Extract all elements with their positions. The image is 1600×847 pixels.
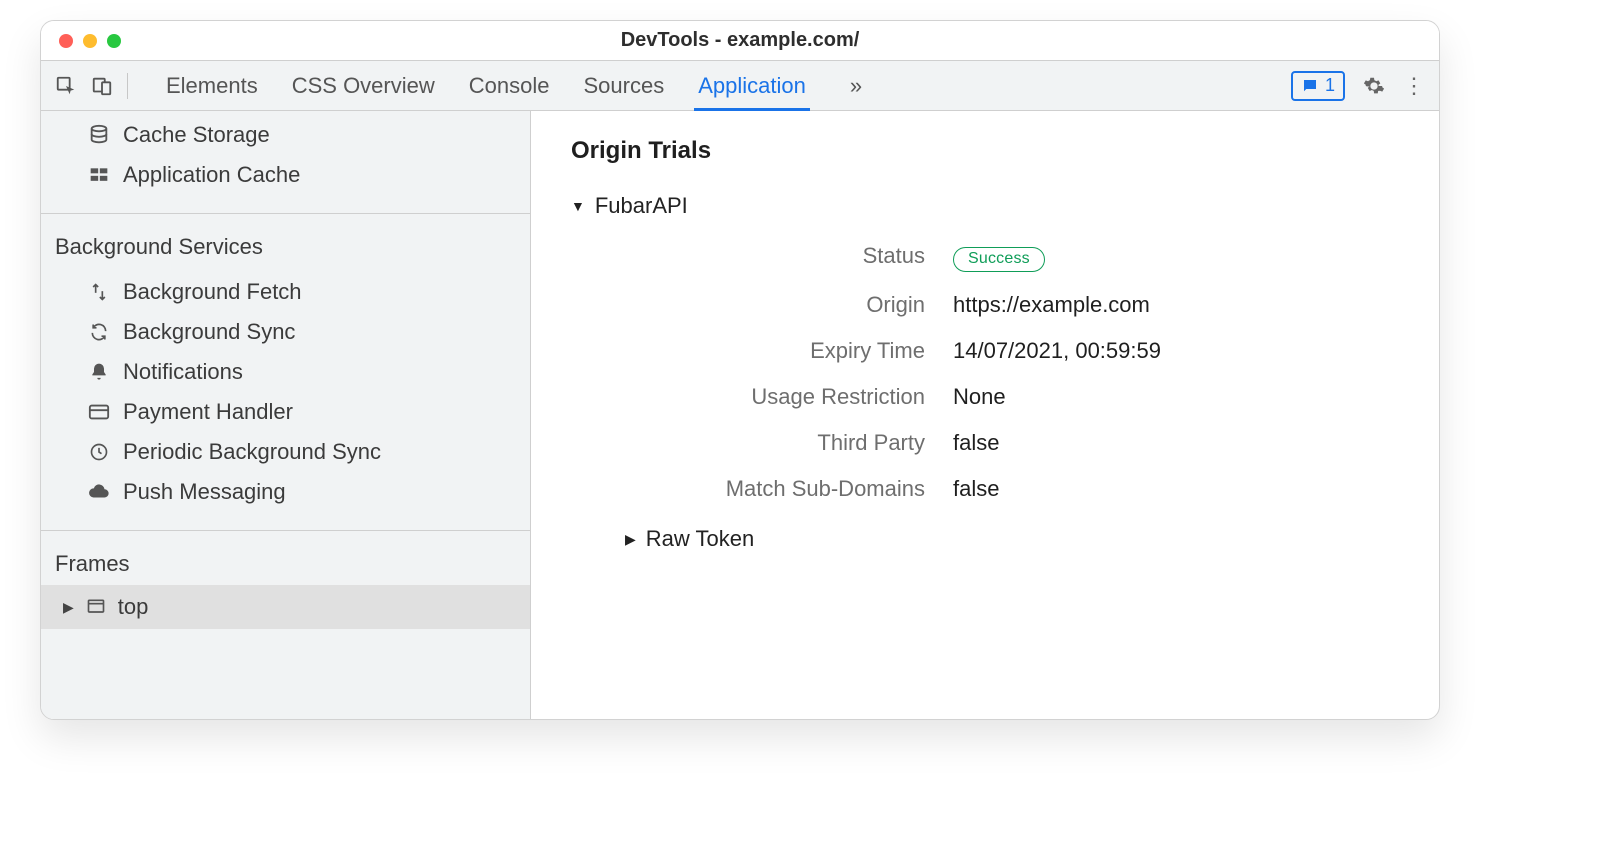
tab-application[interactable]: Application bbox=[698, 61, 806, 111]
database-icon bbox=[87, 123, 111, 147]
field-value-third-party: false bbox=[953, 430, 1399, 456]
application-sidebar: Cache Storage Application Cache Backgrou… bbox=[41, 111, 531, 719]
devtools-window: DevTools - example.com/ Elements CSS Ove… bbox=[40, 20, 1440, 720]
more-tabs-icon[interactable]: » bbox=[850, 73, 862, 99]
expand-caret-icon: ▶ bbox=[63, 599, 74, 616]
toolbar-right: 1 ⋮ bbox=[1291, 71, 1425, 101]
tab-console[interactable]: Console bbox=[469, 61, 550, 111]
sidebar-section-header: Frames bbox=[41, 537, 530, 585]
sidebar-item-payment-handler[interactable]: Payment Handler bbox=[41, 392, 530, 432]
trial-row[interactable]: ▼ FubarAPI bbox=[571, 193, 1399, 219]
field-label: Status bbox=[645, 243, 925, 272]
sidebar-item-periodic-bg-sync[interactable]: Periodic Background Sync bbox=[41, 432, 530, 472]
tab-label: Console bbox=[469, 73, 550, 99]
field-label: Origin bbox=[645, 292, 925, 318]
sidebar-divider bbox=[41, 530, 530, 531]
devtools-toolbar: Elements CSS Overview Console Sources Ap… bbox=[41, 61, 1439, 111]
sidebar-item-background-sync[interactable]: Background Sync bbox=[41, 312, 530, 352]
cloud-icon bbox=[87, 480, 111, 504]
frame-name: top bbox=[118, 594, 149, 620]
issues-icon bbox=[1301, 77, 1319, 95]
sidebar-item-cache-storage[interactable]: Cache Storage bbox=[41, 115, 530, 155]
tab-label: CSS Overview bbox=[292, 73, 435, 99]
sidebar-item-label: Periodic Background Sync bbox=[123, 439, 381, 465]
sidebar-divider bbox=[41, 213, 530, 214]
sidebar-item-notifications[interactable]: Notifications bbox=[41, 352, 530, 392]
window-titlebar: DevTools - example.com/ bbox=[41, 21, 1439, 61]
window-icon bbox=[86, 597, 106, 617]
bell-icon bbox=[87, 360, 111, 384]
devtools-body: Cache Storage Application Cache Backgrou… bbox=[41, 111, 1439, 719]
device-toggle-icon[interactable] bbox=[91, 75, 113, 97]
trial-name: FubarAPI bbox=[595, 193, 688, 219]
status-badge: Success bbox=[953, 247, 1045, 272]
sidebar-item-label: Notifications bbox=[123, 359, 243, 385]
traffic-lights bbox=[41, 34, 121, 48]
tab-label: Application bbox=[698, 73, 806, 99]
sidebar-item-label: Cache Storage bbox=[123, 122, 270, 148]
field-value-expiry: 14/07/2021, 00:59:59 bbox=[953, 338, 1399, 364]
expand-caret-icon: ▶ bbox=[625, 531, 636, 548]
settings-icon[interactable] bbox=[1363, 75, 1385, 97]
minimize-window-button[interactable] bbox=[83, 34, 97, 48]
issues-button[interactable]: 1 bbox=[1291, 71, 1345, 101]
field-label: Expiry Time bbox=[645, 338, 925, 364]
background-services-list: Background Fetch Background Sync Notific… bbox=[41, 268, 530, 524]
panel-tabs: Elements CSS Overview Console Sources Ap… bbox=[166, 61, 806, 111]
sync-icon bbox=[87, 320, 111, 344]
collapse-caret-icon: ▼ bbox=[571, 198, 585, 214]
sidebar-section-header: Background Services bbox=[41, 220, 530, 268]
window-title: DevTools - example.com/ bbox=[41, 29, 1439, 52]
field-value-match-sub: false bbox=[953, 476, 1399, 502]
toolbar-separator bbox=[127, 73, 128, 99]
sidebar-item-background-fetch[interactable]: Background Fetch bbox=[41, 272, 530, 312]
tab-label: Elements bbox=[166, 73, 258, 99]
field-label: Third Party bbox=[645, 430, 925, 456]
sidebar-item-label: Payment Handler bbox=[123, 399, 293, 425]
grid-icon bbox=[87, 163, 111, 187]
sidebar-item-label: Push Messaging bbox=[123, 479, 286, 505]
clock-icon bbox=[87, 440, 111, 464]
toolbar-left bbox=[55, 73, 128, 99]
field-value-status: Success bbox=[953, 243, 1399, 272]
page-title: Origin Trials bbox=[571, 137, 1399, 165]
field-label: Match Sub-Domains bbox=[645, 476, 925, 502]
origin-trials-panel: Origin Trials ▼ FubarAPI Status Success … bbox=[531, 111, 1439, 719]
tab-elements[interactable]: Elements bbox=[166, 61, 258, 111]
sidebar-item-push-messaging[interactable]: Push Messaging bbox=[41, 472, 530, 512]
issues-count: 1 bbox=[1325, 75, 1335, 96]
trial-details: Status Success Origin https://example.co… bbox=[645, 243, 1399, 502]
more-options-icon[interactable]: ⋮ bbox=[1403, 73, 1425, 99]
fetch-icon bbox=[87, 280, 111, 304]
frames-top-row[interactable]: ▶ top bbox=[41, 585, 530, 629]
field-label: Usage Restriction bbox=[645, 384, 925, 410]
field-value-usage: None bbox=[953, 384, 1399, 410]
tab-css-overview[interactable]: CSS Overview bbox=[292, 61, 435, 111]
raw-token-row[interactable]: ▶ Raw Token bbox=[625, 526, 1399, 552]
field-value-origin: https://example.com bbox=[953, 292, 1399, 318]
inspect-element-icon[interactable] bbox=[55, 75, 77, 97]
raw-token-label: Raw Token bbox=[646, 526, 754, 552]
zoom-window-button[interactable] bbox=[107, 34, 121, 48]
tab-label: Sources bbox=[583, 73, 664, 99]
sidebar-item-label: Application Cache bbox=[123, 162, 300, 188]
close-window-button[interactable] bbox=[59, 34, 73, 48]
card-icon bbox=[87, 400, 111, 424]
sidebar-item-application-cache[interactable]: Application Cache bbox=[41, 155, 530, 195]
sidebar-item-label: Background Sync bbox=[123, 319, 295, 345]
sidebar-item-label: Background Fetch bbox=[123, 279, 302, 305]
cache-section-list: Cache Storage Application Cache bbox=[41, 111, 530, 207]
tab-sources[interactable]: Sources bbox=[583, 61, 664, 111]
